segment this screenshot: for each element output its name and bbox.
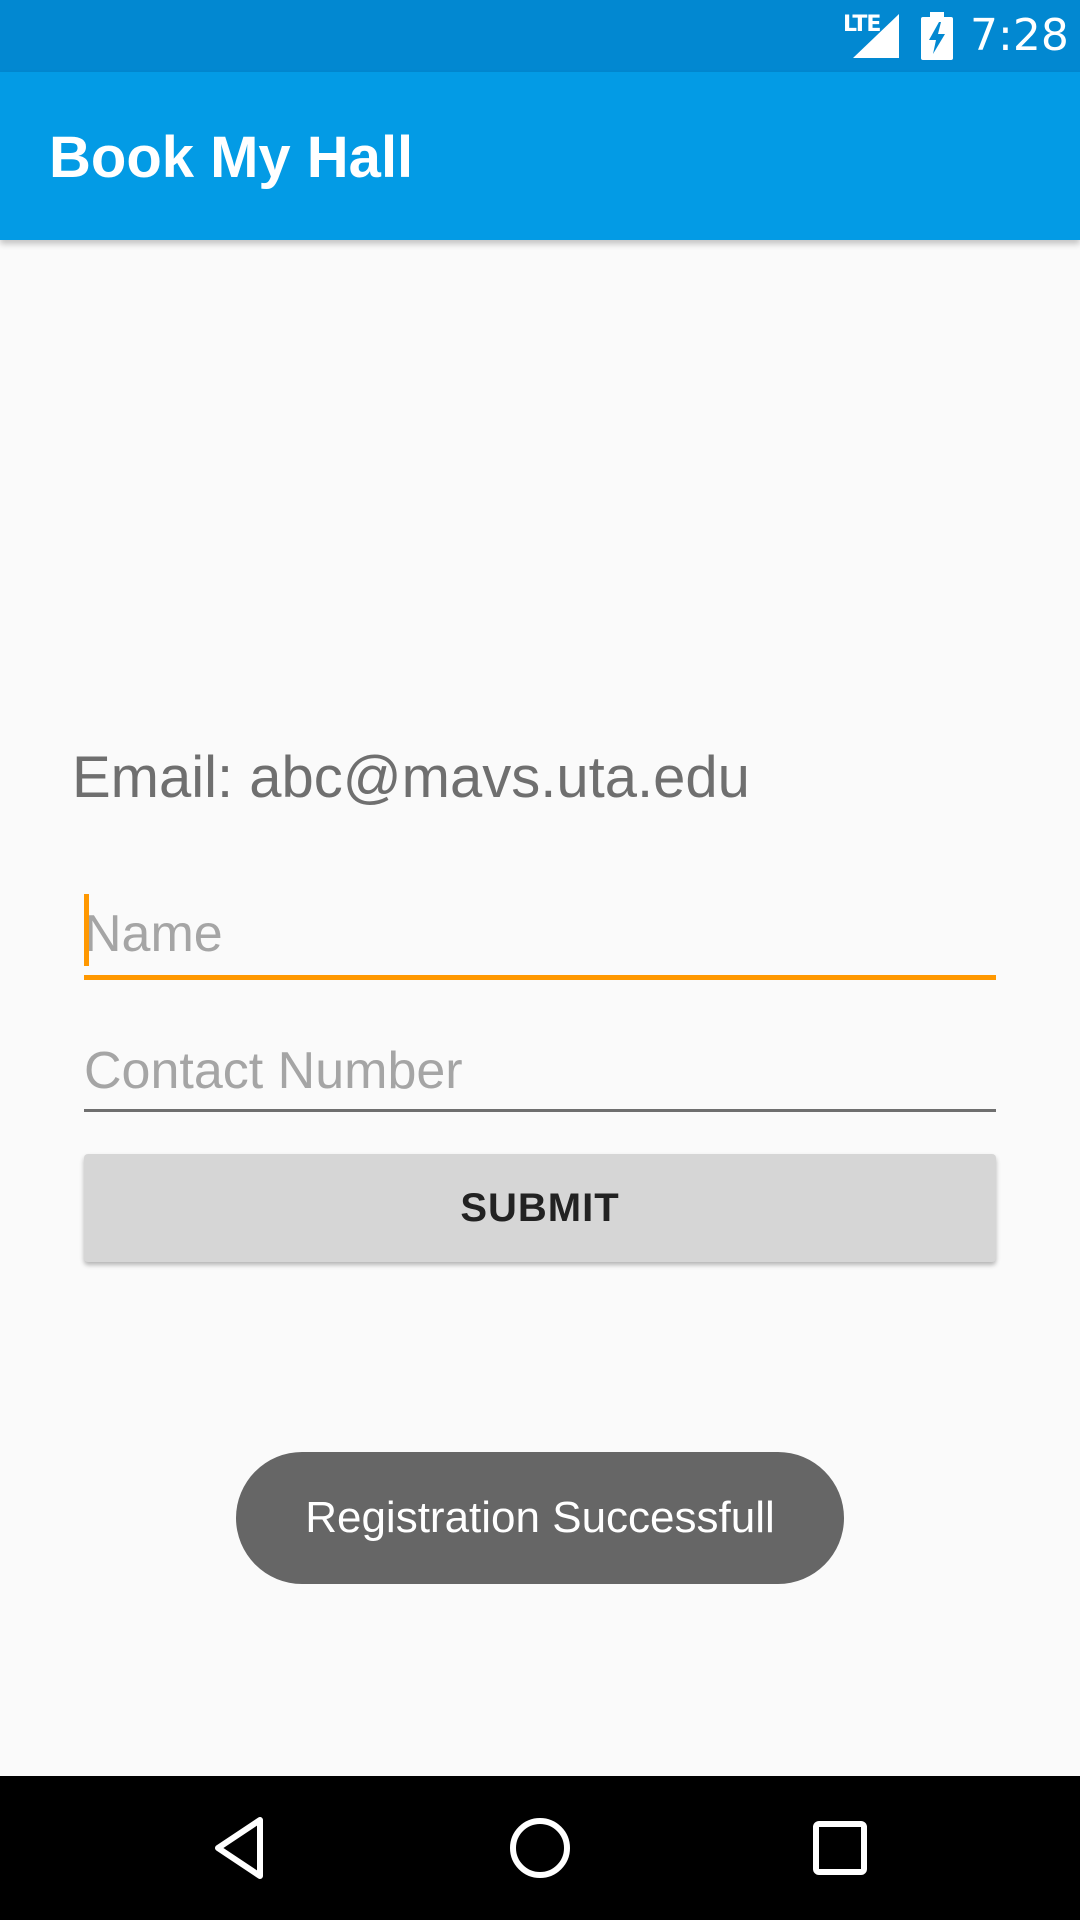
recents-icon[interactable]	[798, 1806, 882, 1890]
signal-icon	[853, 14, 899, 58]
navigation-bar	[0, 1776, 1080, 1920]
toast-text: Registration Successfull	[305, 1493, 775, 1542]
name-field-underline	[84, 975, 996, 980]
name-input[interactable]	[84, 888, 996, 980]
app-bar: Book My Hall	[0, 72, 1080, 240]
text-cursor	[84, 894, 89, 966]
registration-screen: LTE 7:28 Book My Hall Email: abc@mavs.ut…	[0, 0, 1080, 1920]
name-field[interactable]	[84, 888, 996, 980]
contact-number-input[interactable]	[84, 1030, 996, 1112]
submit-button[interactable]: SUBMIT	[84, 1154, 996, 1262]
home-icon[interactable]	[498, 1806, 582, 1890]
back-icon[interactable]	[198, 1806, 282, 1890]
contact-field-underline	[84, 1109, 996, 1112]
status-bar: LTE 7:28	[0, 0, 1080, 72]
battery-charging-icon	[921, 12, 953, 60]
toast-message: Registration Successfull	[236, 1452, 844, 1584]
email-label: Email: abc@mavs.uta.edu	[72, 745, 750, 810]
contact-number-field[interactable]	[84, 1030, 996, 1112]
clock-time: 7:28	[970, 10, 1069, 61]
app-title: Book My Hall	[49, 125, 414, 190]
submit-button-label: SUBMIT	[460, 1185, 620, 1230]
